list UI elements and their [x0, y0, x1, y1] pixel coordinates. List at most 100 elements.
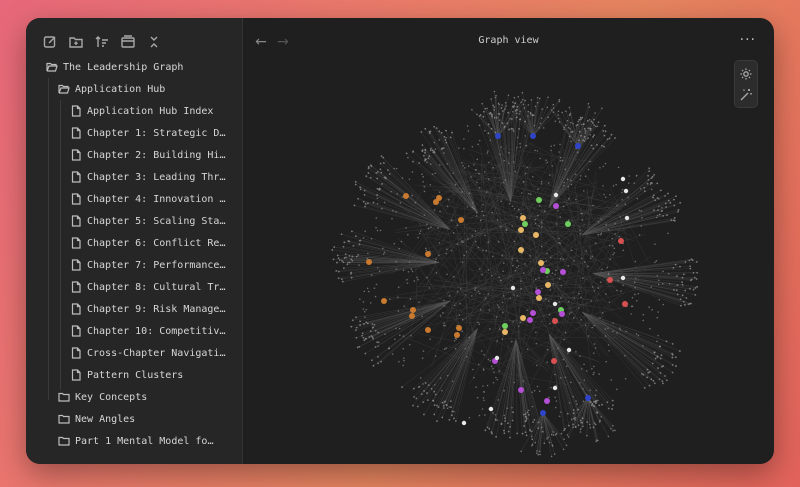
graph-node[interactable]	[376, 197, 379, 200]
graph-node[interactable]	[674, 356, 677, 359]
graph-node[interactable]	[520, 215, 526, 221]
graph-node[interactable]	[516, 136, 519, 139]
graph-node[interactable]	[347, 261, 349, 264]
graph-node[interactable]	[600, 416, 603, 418]
graph-node[interactable]	[630, 305, 633, 308]
graph-node[interactable]	[462, 165, 464, 167]
graph-node[interactable]	[493, 109, 495, 111]
graph-node[interactable]	[527, 317, 533, 323]
graph-node[interactable]	[538, 277, 540, 279]
graph-node[interactable]	[517, 96, 520, 98]
graph-node[interactable]	[459, 302, 461, 305]
graph-node[interactable]	[589, 133, 592, 136]
graph-node[interactable]	[560, 284, 563, 287]
graph-node[interactable]	[618, 238, 624, 244]
graph-node[interactable]	[552, 431, 554, 433]
graph-node[interactable]	[627, 196, 629, 199]
graph-node[interactable]	[575, 124, 578, 127]
graph-node[interactable]	[358, 264, 360, 266]
more-options-icon[interactable]: ···	[740, 32, 756, 48]
graph-node[interactable]	[617, 166, 620, 169]
graph-node[interactable]	[475, 215, 478, 217]
graph-node[interactable]	[666, 214, 668, 216]
graph-node[interactable]	[530, 99, 533, 101]
graph-node[interactable]	[438, 164, 441, 166]
graph-node[interactable]	[614, 429, 616, 432]
graph-node[interactable]	[379, 168, 382, 171]
graph-node[interactable]	[681, 281, 683, 284]
graph-node[interactable]	[540, 245, 543, 248]
graph-node[interactable]	[358, 243, 361, 246]
graph-node[interactable]	[391, 353, 394, 355]
graph-node[interactable]	[537, 188, 539, 190]
graph-node[interactable]	[377, 355, 379, 358]
graph-node[interactable]	[594, 112, 596, 114]
graph-node[interactable]	[407, 156, 409, 159]
graph-node[interactable]	[656, 356, 659, 358]
graph-node[interactable]	[465, 250, 468, 253]
graph-node[interactable]	[376, 170, 379, 173]
graph-node[interactable]	[568, 114, 571, 116]
graph-node[interactable]	[424, 151, 426, 154]
graph-node[interactable]	[490, 98, 492, 100]
graph-node[interactable]	[534, 278, 537, 281]
graph-node[interactable]	[554, 406, 557, 409]
graph-node[interactable]	[478, 139, 481, 142]
graph-node[interactable]	[366, 322, 369, 325]
graph-node[interactable]	[593, 324, 595, 327]
tree-file-item[interactable]: Chapter 10: Competitive …	[26, 320, 242, 342]
graph-node[interactable]	[492, 381, 495, 384]
graph-node[interactable]	[425, 327, 431, 333]
graph-node[interactable]	[340, 278, 343, 280]
graph-node[interactable]	[450, 406, 452, 409]
graph-node[interactable]	[506, 122, 509, 125]
graph-node[interactable]	[643, 386, 646, 389]
graph-node[interactable]	[495, 94, 497, 97]
graph-node[interactable]	[502, 295, 505, 297]
graph-node[interactable]	[681, 276, 684, 279]
graph-node[interactable]	[471, 202, 474, 204]
graph-node[interactable]	[583, 379, 586, 381]
graph-node[interactable]	[518, 387, 524, 393]
graph-node[interactable]	[529, 255, 531, 257]
graph-node[interactable]	[542, 127, 545, 129]
graph-node[interactable]	[651, 182, 653, 184]
graph-node[interactable]	[358, 345, 361, 348]
graph-node[interactable]	[593, 118, 595, 121]
graph-node[interactable]	[465, 355, 468, 358]
graph-node[interactable]	[624, 377, 627, 380]
graph-node[interactable]	[570, 311, 572, 314]
graph-node[interactable]	[622, 301, 628, 307]
graph-node[interactable]	[646, 368, 649, 371]
graph-node[interactable]	[367, 166, 370, 168]
graph-node[interactable]	[577, 408, 579, 411]
tree-folder-item[interactable]: New Angles	[26, 408, 242, 430]
graph-node[interactable]	[558, 415, 561, 418]
graph-node[interactable]	[512, 321, 514, 323]
graph-node[interactable]	[468, 192, 471, 194]
graph-node[interactable]	[523, 181, 525, 183]
graph-node[interactable]	[576, 403, 578, 405]
graph-node[interactable]	[487, 269, 490, 271]
graph-node[interactable]	[452, 231, 455, 234]
graph-node[interactable]	[578, 130, 581, 133]
graph-node[interactable]	[376, 229, 379, 232]
graph-node[interactable]	[509, 436, 511, 439]
graph-node[interactable]	[351, 259, 354, 262]
graph-node[interactable]	[359, 320, 361, 323]
graph-node[interactable]	[660, 189, 662, 192]
graph-node[interactable]	[511, 205, 514, 208]
graph-node[interactable]	[438, 242, 441, 244]
graph-node[interactable]	[485, 191, 488, 193]
graph-node[interactable]	[366, 202, 369, 205]
graph-node[interactable]	[547, 300, 550, 302]
graph-node[interactable]	[342, 245, 345, 248]
graph-node[interactable]	[678, 350, 681, 352]
graph-node[interactable]	[454, 183, 457, 186]
graph-node[interactable]	[559, 143, 561, 146]
graph-node[interactable]	[610, 427, 612, 430]
graph-node[interactable]	[554, 120, 557, 123]
graph-node[interactable]	[547, 182, 550, 184]
graph-node[interactable]	[369, 330, 372, 333]
graph-node[interactable]	[607, 344, 610, 346]
